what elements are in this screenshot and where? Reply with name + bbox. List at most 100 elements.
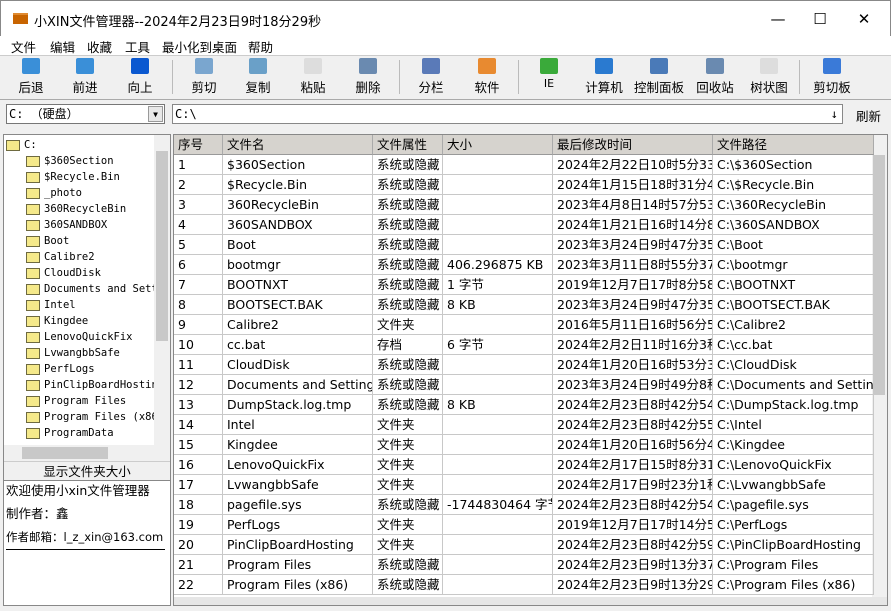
table-row[interactable]: 8 BOOTSECT.BAK 系统或隐藏 8 KB 2023年3月24日9时47分35秒…	[174, 295, 874, 315]
column-header[interactable]: 序号	[174, 135, 223, 155]
table-row[interactable]: 19PerfLogs文件夹 2019年12月7日17时14分52秒C:\PerfL…	[174, 515, 874, 535]
go-button[interactable]: ↓	[831, 105, 838, 123]
welcome-text: 欢迎使用小xin文件管理器	[6, 483, 150, 498]
tree-item[interactable]: Boot	[26, 233, 69, 249]
column-header[interactable]: 文件属性	[373, 135, 443, 155]
close-button[interactable]: ✕	[841, 1, 887, 37]
maximize-button[interactable]: ☐	[797, 1, 843, 37]
scroll-thumb[interactable]	[22, 447, 108, 459]
table-horizontal-scrollbar[interactable]	[174, 597, 887, 605]
chevron-down-icon[interactable]: ▼	[148, 106, 163, 122]
table-row[interactable]: 3 360RecycleBin 系统或隐藏 2023年4月8日14时57分53秒 C:\…	[174, 195, 874, 215]
tree-item[interactable]: PerfLogs	[26, 361, 95, 377]
table-row[interactable]: 21 Program Files 系统或隐藏 2024年2月23日9时13分37秒 C:…	[174, 555, 874, 575]
menu-0[interactable]: 文件	[11, 37, 36, 56]
tree-item[interactable]: Calibre2	[26, 249, 95, 265]
table-cell: 系统或隐藏	[373, 255, 443, 275]
copy-icon	[249, 58, 267, 74]
table-row[interactable]: 6 bootmgr 系统或隐藏 406.296875 KB 2023年3月11日8时55…	[174, 255, 874, 275]
toolbar-button-5[interactable]: 粘贴	[283, 58, 343, 98]
table-cell: C:\Kingdee	[713, 435, 874, 455]
toolbar-button-1[interactable]: 前进	[55, 58, 115, 98]
column-header[interactable]: 大小	[443, 135, 553, 155]
toolbar-button-7[interactable]: 分栏	[401, 58, 461, 98]
table-cell: 6	[174, 255, 223, 275]
show-folder-size-button[interactable]: 显示文件夹大小	[4, 461, 170, 481]
toolbar-button-9[interactable]: IE	[519, 58, 579, 98]
tree-item[interactable]: PinClipBoardHosting	[26, 377, 154, 393]
minimize-button[interactable]: —	[755, 1, 801, 37]
toolbar-button-4[interactable]: 复制	[228, 58, 288, 98]
tree-horizontal-scrollbar[interactable]	[4, 445, 170, 461]
tree-root[interactable]: C:	[6, 137, 37, 153]
table-row[interactable]: 1 $360Section 系统或隐藏 2024年2月22日10时5分33秒 C:\$3…	[174, 155, 874, 175]
table-row[interactable]: 10 cc.bat 存档 6 字节 2024年2月2日11时16分3秒 C:\cc.bat	[174, 335, 874, 355]
drive-select[interactable]: C: （硬盘） ▼	[6, 104, 165, 124]
table-row[interactable]: 22 Program Files (x86) 系统或隐藏 2024年2月23日9时13…	[174, 575, 874, 595]
toolbar-button-2[interactable]: 向上	[110, 58, 170, 98]
menu-2[interactable]: 收藏	[87, 37, 112, 56]
menu-5[interactable]: 帮助	[248, 37, 273, 56]
table-cell: 4	[174, 215, 223, 235]
table-row[interactable]: 9Calibre2文件夹 2016年5月11日16时56分55秒C:\Calibr…	[174, 315, 874, 335]
column-header[interactable]: 文件名	[223, 135, 373, 155]
table-row[interactable]: 15Kingdee文件夹 2024年1月20日16时56分49秒C:\Kingde…	[174, 435, 874, 455]
toolbar-button-12[interactable]: 回收站	[685, 58, 745, 98]
table-row[interactable]: 14 Intel 文件夹 2024年2月23日8时42分55秒 C:\Intel	[174, 415, 874, 435]
path-input[interactable]: C:\ ↓	[172, 104, 843, 124]
scroll-thumb[interactable]	[156, 151, 168, 341]
toolbar-button-14[interactable]: 剪切板	[802, 58, 862, 98]
table-cell: pagefile.sys	[223, 495, 373, 515]
tree-item[interactable]: Program Files (x86)	[26, 409, 154, 425]
toolbar-button-3[interactable]: 剪切	[174, 58, 234, 98]
tree-item[interactable]: LenovoQuickFix	[26, 329, 133, 345]
toolbar-button-0[interactable]: 后退	[1, 58, 61, 98]
table-row[interactable]: 13 DumpStack.log.tmp 系统或隐藏 8 KB 2024年2月23日8时…	[174, 395, 874, 415]
tree-item[interactable]: CloudDisk	[26, 265, 101, 281]
toolbar-button-11[interactable]: 控制面板	[629, 58, 689, 98]
table-row[interactable]: 4 360SANDBOX 系统或隐藏 2024年1月21日16时14分8秒 C:\360…	[174, 215, 874, 235]
toolbar: 后退 前进 向上 剪切 复制 粘贴 删除 分栏 软件 IE 计算机 控制面板 回收站 树状图 剪切板	[0, 55, 891, 100]
toolbar-button-13[interactable]: 树状图	[739, 58, 799, 98]
toolbar-button-10[interactable]: 计算机	[574, 58, 634, 98]
table-cell: 系统或隐藏	[373, 175, 443, 195]
tree-item[interactable]: Intel	[26, 297, 76, 313]
tree-vertical-scrollbar[interactable]	[154, 135, 170, 445]
toolbar-label: IE	[543, 77, 555, 90]
table-cell: 7	[174, 275, 223, 295]
table-row[interactable]: 2$Recycle.Bin系统或隐藏 2024年1月15日18时31分43秒C:\…	[174, 175, 874, 195]
tree-item[interactable]: 360RecycleBin	[26, 201, 126, 217]
tree-item[interactable]: LvwangbbSafe	[26, 345, 120, 361]
tree-item[interactable]: ProgramData	[26, 425, 114, 441]
tree-item[interactable]: 360SANDBOX	[26, 217, 107, 233]
menu-1[interactable]: 编辑	[50, 37, 75, 56]
table-row[interactable]: 11CloudDisk系统或隐藏 2024年1月20日16时53分36秒C:\Cl…	[174, 355, 874, 375]
tree-item[interactable]: $Recycle.Bin	[26, 169, 120, 185]
scroll-thumb[interactable]	[874, 155, 885, 395]
table-row[interactable]: 20 PinClipBoardHosting 文件夹 2024年2月23日8时42分5…	[174, 535, 874, 555]
toolbar-button-6[interactable]: 删除	[338, 58, 398, 98]
tree-item[interactable]: Documents and Settings	[26, 281, 154, 297]
table-cell: 2024年2月23日9时13分29秒	[553, 575, 713, 595]
menu-4[interactable]: 最小化到桌面	[162, 37, 237, 56]
toolbar-separator	[518, 60, 519, 94]
table-row[interactable]: 7 BOOTNXT 系统或隐藏 1 字节 2019年12月7日17时8分58秒 C:\BO…	[174, 275, 874, 295]
menu-3[interactable]: 工具	[125, 37, 150, 56]
tree-item[interactable]: _photo	[26, 185, 82, 201]
column-header[interactable]: 文件路径	[713, 135, 874, 155]
table-row[interactable]: 12 Documents and Settings 系统或隐藏 2023年3月24日9…	[174, 375, 874, 395]
table-row[interactable]: 18 pagefile.sys 系统或隐藏 -1744830464 字节 2024年2月…	[174, 495, 874, 515]
table-row[interactable]: 17 LvwangbbSafe 文件夹 2024年2月17日9时23分1秒 C:\Lvw…	[174, 475, 874, 495]
table-cell: 系统或隐藏	[373, 495, 443, 515]
tree-item[interactable]: $360Section	[26, 153, 114, 169]
table-vertical-scrollbar[interactable]	[872, 135, 887, 597]
tree-item[interactable]: Kingdee	[26, 313, 88, 329]
table-row[interactable]: 16 LenovoQuickFix 文件夹 2024年2月17日15时8分31秒 C:\…	[174, 455, 874, 475]
column-header[interactable]: 最后修改时间	[553, 135, 713, 155]
table-row[interactable]: 5 Boot 系统或隐藏 2023年3月24日9时47分35秒 C:\Boot	[174, 235, 874, 255]
toolbar-button-8[interactable]: 软件	[457, 58, 517, 98]
refresh-button[interactable]: 刷新	[856, 106, 881, 125]
tree-item[interactable]: Program Files	[26, 393, 126, 409]
table-cell: Kingdee	[223, 435, 373, 455]
folder-tree[interactable]: C: $360Section $Recycle.Bin _photo 360Recyc…	[4, 135, 154, 445]
